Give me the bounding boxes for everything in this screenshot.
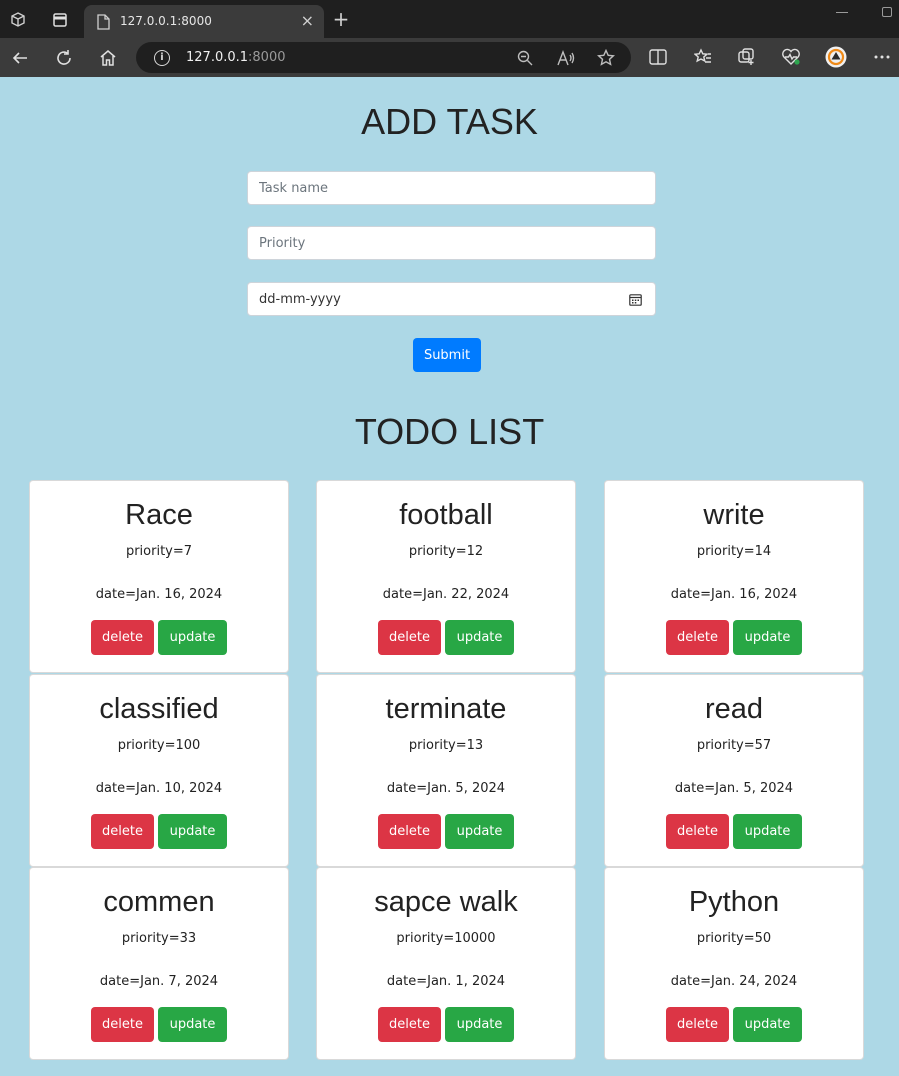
task-title: terminate	[385, 693, 507, 725]
close-tab-icon[interactable]: ×	[301, 11, 314, 30]
url-host: 127.0.0.1	[186, 50, 249, 65]
date-input-value: dd-mm-yyyy	[259, 292, 341, 307]
task-date: date=Jan. 16, 2024	[95, 587, 223, 602]
maximize-window-icon[interactable]	[882, 7, 892, 17]
delete-button[interactable]: delete	[666, 1007, 729, 1042]
tab-title: 127.0.0.1:8000	[120, 14, 212, 28]
add-task-heading: ADD TASK	[361, 101, 538, 142]
update-button[interactable]: update	[158, 814, 227, 849]
task-title: Python	[688, 886, 780, 918]
todo-list-heading: TODO LIST	[354, 411, 545, 452]
delete-button[interactable]: delete	[666, 620, 729, 655]
browser-tab[interactable]: 127.0.0.1:8000 ×	[84, 5, 324, 38]
task-date: date=Jan. 5, 2024	[386, 781, 506, 796]
task-date: date=Jan. 22, 2024	[382, 587, 510, 602]
task-actions: delete update	[605, 620, 863, 655]
update-button[interactable]: update	[445, 620, 514, 655]
task-priority: priority=33	[121, 931, 197, 946]
task-title: football	[399, 499, 493, 531]
delete-button[interactable]: delete	[378, 620, 441, 655]
favorites-icon[interactable]	[692, 46, 714, 68]
delete-button[interactable]: delete	[91, 1007, 154, 1042]
task-date: date=Jan. 16, 2024	[670, 587, 798, 602]
minimize-window-icon[interactable]	[836, 12, 848, 13]
task-date: date=Jan. 10, 2024	[95, 781, 223, 796]
update-button[interactable]: update	[733, 620, 802, 655]
task-card: terminate priority=13 date=Jan. 5, 2024 …	[316, 674, 576, 867]
date-input[interactable]: dd-mm-yyyy	[247, 282, 656, 316]
task-priority: priority=100	[117, 738, 201, 753]
address-bar[interactable]: i 127.0.0.1:8000	[136, 42, 631, 73]
calendar-icon[interactable]	[629, 293, 642, 306]
site-info-icon[interactable]: i	[154, 50, 170, 66]
priority-input[interactable]	[247, 226, 656, 260]
url-port: :8000	[248, 50, 286, 65]
delete-button[interactable]: delete	[91, 814, 154, 849]
task-date: date=Jan. 5, 2024	[674, 781, 794, 796]
split-screen-icon[interactable]	[647, 46, 669, 68]
update-button[interactable]: update	[733, 1007, 802, 1042]
task-priority: priority=13	[408, 738, 484, 753]
task-actions: delete update	[317, 1007, 575, 1042]
update-button[interactable]: update	[445, 1007, 514, 1042]
browser-essentials-icon[interactable]	[780, 46, 802, 68]
task-card: commen priority=33 date=Jan. 7, 2024 del…	[29, 867, 289, 1060]
read-aloud-icon[interactable]	[556, 48, 576, 68]
task-actions: delete update	[605, 1007, 863, 1042]
back-icon[interactable]	[8, 46, 32, 70]
task-card: write priority=14 date=Jan. 16, 2024 del…	[604, 480, 864, 673]
task-date: date=Jan. 1, 2024	[386, 974, 506, 989]
task-priority: priority=14	[696, 544, 772, 559]
update-button[interactable]: update	[445, 814, 514, 849]
task-title: classified	[99, 693, 219, 725]
task-priority: priority=57	[696, 738, 772, 753]
submit-button[interactable]: Submit	[413, 338, 481, 372]
profile-avatar-icon[interactable]	[825, 46, 847, 68]
refresh-icon[interactable]	[52, 46, 76, 70]
task-name-input[interactable]	[247, 171, 656, 205]
task-title: Race	[125, 499, 193, 531]
task-title: commen	[103, 886, 215, 918]
task-card: read priority=57 date=Jan. 5, 2024 delet…	[604, 674, 864, 867]
task-priority: priority=50	[696, 931, 772, 946]
url-text[interactable]: 127.0.0.1:8000	[186, 50, 286, 65]
task-priority: priority=12	[408, 544, 484, 559]
task-card: sapce walk priority=10000 date=Jan. 1, 2…	[316, 867, 576, 1060]
task-actions: delete update	[30, 814, 288, 849]
workspaces-icon[interactable]	[7, 9, 29, 31]
new-tab-icon[interactable]: +	[330, 8, 352, 30]
task-date: date=Jan. 7, 2024	[99, 974, 219, 989]
task-actions: delete update	[30, 1007, 288, 1042]
task-actions: delete update	[317, 814, 575, 849]
task-card: classified priority=100 date=Jan. 10, 20…	[29, 674, 289, 867]
update-button[interactable]: update	[158, 1007, 227, 1042]
task-priority: priority=10000	[396, 931, 496, 946]
delete-button[interactable]: delete	[378, 1007, 441, 1042]
browser-titlebar: 127.0.0.1:8000 × +	[0, 0, 899, 38]
task-title: sapce walk	[374, 886, 518, 918]
tab-actions-icon[interactable]	[49, 9, 71, 31]
document-icon	[97, 14, 110, 30]
delete-button[interactable]: delete	[666, 814, 729, 849]
update-button[interactable]: update	[733, 814, 802, 849]
task-priority: priority=7	[125, 544, 193, 559]
update-button[interactable]: update	[158, 620, 227, 655]
more-options-icon[interactable]	[871, 46, 893, 68]
task-actions: delete update	[30, 620, 288, 655]
delete-button[interactable]: delete	[91, 620, 154, 655]
delete-button[interactable]: delete	[378, 814, 441, 849]
task-date: date=Jan. 24, 2024	[670, 974, 798, 989]
zoom-icon[interactable]	[515, 48, 535, 68]
task-title: write	[703, 499, 765, 531]
task-actions: delete update	[317, 620, 575, 655]
home-icon[interactable]	[96, 46, 120, 70]
favorite-star-icon[interactable]	[596, 48, 616, 68]
task-title: read	[704, 693, 764, 725]
collections-icon[interactable]	[736, 46, 758, 68]
task-card: football priority=12 date=Jan. 22, 2024 …	[316, 480, 576, 673]
task-actions: delete update	[605, 814, 863, 849]
task-card: Python priority=50 date=Jan. 24, 2024 de…	[604, 867, 864, 1060]
task-card: Race priority=7 date=Jan. 16, 2024 delet…	[29, 480, 289, 673]
